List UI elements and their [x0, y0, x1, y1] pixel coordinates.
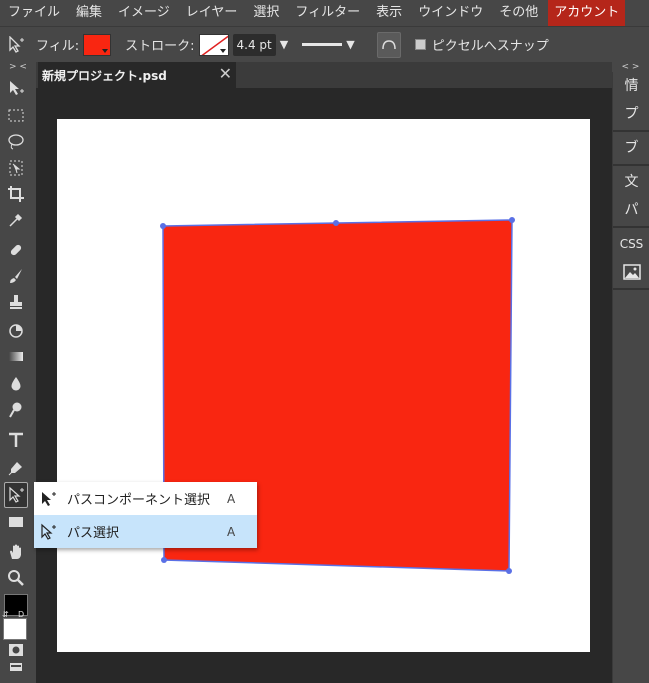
brush-tool-icon[interactable] — [4, 264, 28, 288]
eyedropper-tool-icon[interactable] — [4, 208, 28, 232]
panel-brush-tab[interactable]: ブ — [613, 134, 649, 162]
path-anchor-point[interactable] — [333, 220, 339, 226]
panel-separator — [613, 164, 649, 166]
panel-properties-tab[interactable]: プ — [613, 100, 649, 128]
tools-panel: ⇵ D — [0, 72, 36, 683]
type-tool-icon[interactable] — [4, 428, 28, 452]
menu-select[interactable]: 選択 — [245, 0, 287, 26]
stroke-color-swatch[interactable] — [198, 33, 229, 56]
screen-mode-icon[interactable] — [4, 660, 28, 674]
menu-bar: ファイル 編集 イメージ レイヤー 選択 フィルター 表示 ウインドウ その他 … — [0, 0, 649, 26]
quick-mask-icon[interactable] — [4, 642, 28, 658]
path-select-tool-icon — [6, 34, 28, 56]
stroke-width-input[interactable]: 4.4 pt — [232, 33, 276, 56]
menu-filter[interactable]: フィルター — [287, 0, 368, 26]
panel-image-tab[interactable] — [613, 258, 649, 286]
document-tab-strip: 新規プロジェクト.psd ✕ — [36, 62, 612, 88]
canvas-artwork — [160, 217, 515, 574]
menu-more[interactable]: その他 — [491, 0, 546, 26]
flyout-item-shortcut: A — [227, 524, 236, 539]
path-component-selection-item[interactable]: パスコンポーネント選択 A — [34, 482, 257, 515]
options-bar: フィル: ストローク: 4.4 pt ▼ ▼ ピクセルへスナップ — [0, 26, 649, 62]
pen-tool-icon[interactable] — [4, 456, 28, 480]
snap-to-pixel-checkbox[interactable] — [414, 39, 426, 50]
path-anchor-point[interactable] — [506, 568, 512, 574]
zoom-tool-icon[interactable] — [4, 566, 28, 590]
crop-tool-icon[interactable] — [4, 182, 28, 206]
menu-view[interactable]: 表示 — [368, 0, 410, 26]
path-selection-tool-icon[interactable] — [4, 482, 28, 508]
panel-character-tab[interactable]: 文 — [613, 168, 649, 196]
path-component-select-icon — [37, 488, 59, 510]
path-tool-flyout-menu: パスコンポーネント選択 A パス選択 A — [34, 482, 257, 548]
flyout-item-shortcut: A — [227, 491, 236, 506]
fill-label: フィル: — [36, 39, 80, 54]
menu-file[interactable]: ファイル — [0, 0, 68, 26]
shape-tool-icon[interactable] — [4, 510, 28, 534]
move-tool-icon[interactable] — [4, 76, 28, 100]
image-icon — [622, 264, 641, 280]
panel-separator — [613, 288, 649, 290]
workspace — [36, 88, 612, 683]
panel-separator — [613, 226, 649, 228]
lasso-tool-icon[interactable] — [4, 130, 28, 154]
snap-to-pixel-label: ピクセルへスナップ — [431, 39, 549, 54]
background-color-swatch[interactable] — [3, 618, 27, 640]
quick-select-tool-icon[interactable] — [4, 156, 28, 180]
panel-css-tab[interactable]: CSS — [613, 230, 649, 258]
corner-shape-button[interactable] — [376, 31, 401, 58]
menu-layer[interactable]: レイヤー — [178, 0, 246, 26]
stroke-style-preview[interactable] — [302, 43, 343, 46]
clone-stamp-tool-icon[interactable] — [4, 290, 28, 314]
menu-window[interactable]: ウインドウ — [410, 0, 491, 26]
document-tab[interactable]: 新規プロジェクト.psd ✕ — [38, 62, 236, 88]
document-tab-title: 新規プロジェクト.psd — [42, 68, 167, 83]
panel-collapse-toggle[interactable]: < > — [612, 62, 649, 72]
hand-tool-icon[interactable] — [4, 540, 28, 564]
menu-image[interactable]: イメージ — [110, 0, 178, 26]
fill-color-swatch[interactable] — [83, 33, 112, 56]
close-tab-icon[interactable]: ✕ — [219, 64, 232, 83]
gradient-tool-icon[interactable] — [4, 344, 28, 368]
panel-paragraph-tab[interactable]: パ — [613, 196, 649, 224]
document-canvas[interactable] — [57, 119, 590, 652]
rounded-corner-icon — [381, 39, 396, 49]
right-panel-dock: 情 プ ブ 文 パ CSS — [612, 72, 649, 683]
stroke-style-dropdown-icon[interactable]: ▼ — [346, 38, 354, 51]
stroke-label: ストローク: — [125, 39, 195, 54]
path-selection-item[interactable]: パス選択 A — [34, 515, 257, 548]
dodge-tool-icon[interactable] — [4, 398, 28, 422]
stroke-width-dropdown-icon[interactable]: ▼ — [280, 38, 288, 51]
path-anchor-point[interactable] — [160, 223, 166, 229]
panel-separator — [613, 130, 649, 132]
menu-edit[interactable]: 編集 — [68, 0, 110, 26]
healing-brush-tool-icon[interactable] — [4, 238, 28, 262]
eraser-tool-icon[interactable] — [4, 318, 28, 342]
path-select-icon — [37, 521, 59, 543]
path-anchor-point[interactable] — [509, 217, 515, 223]
marquee-tool-icon[interactable] — [4, 104, 28, 128]
blur-tool-icon[interactable] — [4, 372, 28, 396]
menu-account[interactable]: アカウント — [548, 0, 626, 26]
path-anchor-point[interactable] — [161, 557, 167, 563]
flyout-item-label: パス選択 — [67, 526, 120, 541]
flyout-item-label: パスコンポーネント選択 — [67, 493, 211, 508]
panel-info-tab[interactable]: 情 — [613, 72, 649, 100]
toolbar-collapse-toggle[interactable]: > < — [0, 62, 36, 72]
